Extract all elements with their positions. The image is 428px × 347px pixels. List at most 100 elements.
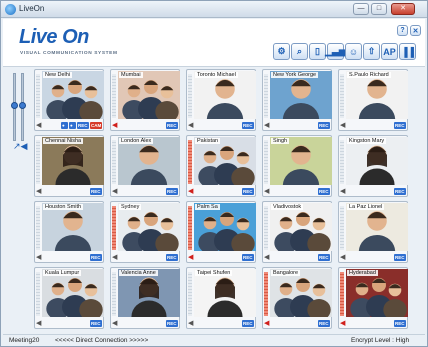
video-feed[interactable]: Valencia Anne xyxy=(118,269,180,317)
video-tile[interactable]: Bangalore ◀ REC xyxy=(262,267,332,329)
speaker-icon[interactable]: ◀ xyxy=(264,319,269,327)
record-badge[interactable]: REC xyxy=(166,254,178,261)
video-tile[interactable]: Toronto Michael ◀ REC xyxy=(186,69,256,131)
speaker-icon[interactable]: ◀ xyxy=(188,253,193,261)
video-feed[interactable]: Palm Sa xyxy=(194,203,256,251)
video-tile[interactable]: Palm Sa ◀ REC xyxy=(186,201,256,263)
video-feed[interactable]: Vladivostok xyxy=(270,203,332,251)
video-feed[interactable]: Bangalore xyxy=(270,269,332,317)
speaker-icon[interactable]: ◀ xyxy=(340,319,345,327)
ap-icon[interactable]: AP xyxy=(381,43,398,60)
video-feed[interactable]: Mumbai xyxy=(118,71,180,119)
speaker-icon[interactable]: ◀ xyxy=(340,187,345,195)
maximize-button[interactable]: □ xyxy=(371,3,387,15)
mic-volume-knob[interactable] xyxy=(11,102,18,109)
video-feed[interactable]: Sydney xyxy=(118,203,180,251)
video-feed[interactable]: Singh xyxy=(270,137,332,185)
video-feed[interactable]: La Paz Lionel xyxy=(346,203,408,251)
video-feed[interactable]: Toronto Michael xyxy=(194,71,256,119)
record-badge[interactable]: REC xyxy=(318,320,330,327)
record-badge[interactable]: REC xyxy=(394,122,406,129)
speaker-icon[interactable]: ◀ xyxy=(36,121,41,129)
video-tile[interactable]: New Delhi ◀ CAM REC ● ● xyxy=(34,69,104,131)
video-tile[interactable]: Vladivostok ◀ REC xyxy=(262,201,332,263)
video-feed[interactable]: New York George xyxy=(270,71,332,119)
record-badge[interactable]: REC xyxy=(166,320,178,327)
record-badge[interactable]: REC xyxy=(242,254,254,261)
users-search-icon[interactable]: ☺ xyxy=(345,43,362,60)
record-badge[interactable]: REC xyxy=(394,254,406,261)
video-feed[interactable]: Taipei Shufen xyxy=(194,269,256,317)
video-tile[interactable]: London Alex ◀ REC xyxy=(110,135,180,197)
video-tile[interactable]: S.Paulo Richard ◀ REC xyxy=(338,69,408,131)
speaker-icon[interactable]: ◀ xyxy=(188,319,193,327)
record-badge[interactable]: REC xyxy=(318,122,330,129)
video-feed[interactable]: Hyderabad xyxy=(346,269,408,317)
record-badge[interactable]: REC xyxy=(394,188,406,195)
video-tile[interactable]: Sydney ◀ REC xyxy=(110,201,180,263)
speaker-icon[interactable]: ◀ xyxy=(36,319,41,327)
video-feed[interactable]: Chennai Nisha xyxy=(42,137,104,185)
speaker-volume-slider[interactable] xyxy=(19,73,26,141)
video-feed[interactable]: New Delhi xyxy=(42,71,104,119)
video-feed[interactable]: London Alex xyxy=(118,137,180,185)
speaker-icon[interactable]: ◀ xyxy=(264,187,269,195)
video-tile[interactable]: Kingston Mary ◀ REC xyxy=(338,135,408,197)
signal-icon[interactable]: ▐▐ xyxy=(399,43,416,60)
speaker-icon[interactable]: ◀ xyxy=(112,187,117,195)
search-icon[interactable]: ⌕ xyxy=(291,43,308,60)
video-tile[interactable]: New York George ◀ REC xyxy=(262,69,332,131)
record-badge[interactable]: REC xyxy=(394,320,406,327)
speaker-icon[interactable]: ◀ xyxy=(112,253,117,261)
record-badge[interactable]: REC xyxy=(242,320,254,327)
speaker-icon[interactable]: ◀ xyxy=(188,121,193,129)
bookmark-icon[interactable]: ▯ xyxy=(309,43,326,60)
speaker-icon[interactable]: ◀ xyxy=(340,121,345,129)
close-window-button[interactable]: ✕ xyxy=(391,3,415,15)
speaker-volume-knob[interactable] xyxy=(19,102,26,109)
speaker-icon[interactable]: ◀ xyxy=(264,253,269,261)
video-feed[interactable]: Pakistan xyxy=(194,137,256,185)
bar-chart-icon[interactable]: ▁▃▅ xyxy=(325,43,346,60)
speaker-icon[interactable]: ◀ xyxy=(36,187,41,195)
video-tile[interactable]: Houston Smith ◀ REC xyxy=(34,201,104,263)
video-tile[interactable]: Valencia Anne ◀ REC xyxy=(110,267,180,329)
speaker-icon[interactable]: ◀ xyxy=(340,253,345,261)
camera-badge[interactable]: CAM xyxy=(90,122,103,129)
video-tile[interactable]: Taipei Shufen ◀ REC xyxy=(186,267,256,329)
video-feed[interactable]: Kingston Mary xyxy=(346,137,408,185)
video-tile[interactable]: Pakistan ◀ REC xyxy=(186,135,256,197)
video-feed[interactable]: Houston Smith xyxy=(42,203,104,251)
video-tile[interactable]: Hyderabad ◀ REC xyxy=(338,267,408,329)
record-badge[interactable]: REC xyxy=(242,122,254,129)
video-tile[interactable]: Singh ◀ REC xyxy=(262,135,332,197)
video-tile[interactable]: Chennai Nisha ◀ REC xyxy=(34,135,104,197)
record-badge[interactable]: REC xyxy=(318,188,330,195)
speaker-icon[interactable]: ◀ xyxy=(112,319,117,327)
record-badge[interactable]: REC xyxy=(90,320,102,327)
close-panel-button[interactable]: ✕ xyxy=(410,25,421,36)
record-badge[interactable]: REC xyxy=(77,122,89,129)
record-badge[interactable]: REC xyxy=(90,188,102,195)
video-feed[interactable]: Kuala Lumpur xyxy=(42,269,104,317)
video-tile[interactable]: Mumbai ◀ REC xyxy=(110,69,180,131)
minimize-button[interactable]: — xyxy=(353,3,369,15)
video-feed[interactable]: S.Paulo Richard xyxy=(346,71,408,119)
help-button[interactable]: ? xyxy=(397,25,408,36)
record-badge[interactable]: REC xyxy=(166,188,178,195)
user-icon[interactable]: ● xyxy=(69,122,76,129)
speaker-icon[interactable]: ◀ xyxy=(36,253,41,261)
video-tile[interactable]: La Paz Lionel ◀ REC xyxy=(338,201,408,263)
share-icon[interactable]: ⇧ xyxy=(363,43,380,60)
gear-icon[interactable]: ⚙ xyxy=(273,43,290,60)
record-badge[interactable]: REC xyxy=(90,254,102,261)
speaker-icon[interactable]: ◀ xyxy=(188,187,193,195)
mic-status-icon[interactable]: ● xyxy=(61,122,68,129)
mic-volume-slider[interactable] xyxy=(11,73,18,141)
speaker-icon[interactable]: ◀ xyxy=(264,121,269,129)
record-badge[interactable]: REC xyxy=(318,254,330,261)
video-tile[interactable]: Kuala Lumpur ◀ REC xyxy=(34,267,104,329)
record-badge[interactable]: REC xyxy=(166,122,178,129)
record-badge[interactable]: REC xyxy=(242,188,254,195)
speaker-icon[interactable]: ◀ xyxy=(112,121,117,129)
